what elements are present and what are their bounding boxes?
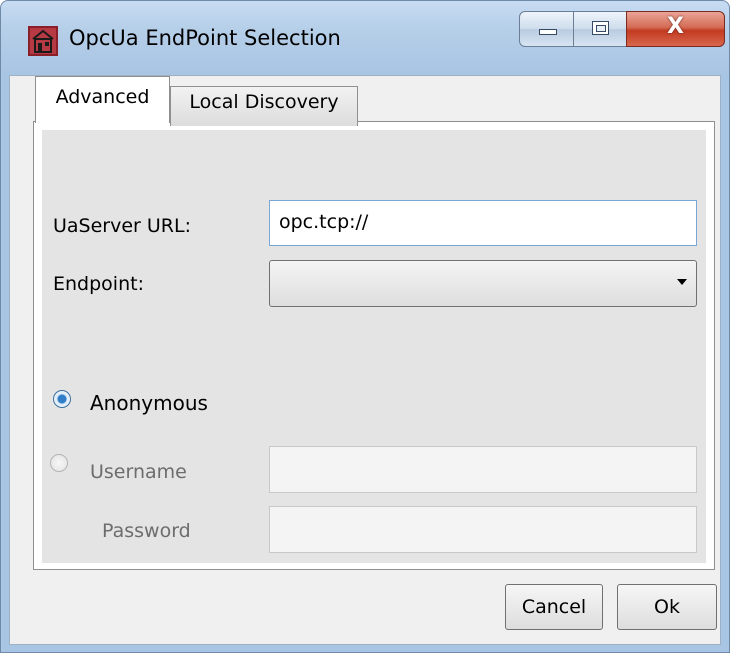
cancel-label: Cancel <box>521 596 587 618</box>
dropdown-arrow-icon <box>677 279 687 285</box>
password-input[interactable] <box>269 506 697 553</box>
ok-label: Ok <box>654 596 680 618</box>
maximize-button[interactable] <box>573 11 627 47</box>
tab-label: Local Discovery <box>189 91 339 113</box>
password-label: Password <box>102 520 191 542</box>
endpoint-select[interactable] <box>269 260 697 307</box>
tab-panel-advanced <box>33 121 715 570</box>
minimize-button[interactable] <box>519 11 574 47</box>
server-url-label: UaServer URL: <box>53 215 191 237</box>
tab-advanced[interactable]: Advanced <box>35 76 170 123</box>
anonymous-radio[interactable] <box>53 390 71 408</box>
username-radio[interactable] <box>50 454 68 472</box>
tab-label: Advanced <box>55 86 150 108</box>
building-icon <box>28 26 58 56</box>
maximize-icon <box>592 21 609 35</box>
server-url-value: opc.tcp:// <box>279 211 369 233</box>
close-icon: X <box>667 14 684 39</box>
username-input[interactable] <box>269 446 697 493</box>
tab-local-discovery[interactable]: Local Discovery <box>170 86 358 126</box>
window-title: OpcUa EndPoint Selection <box>69 26 341 50</box>
anonymous-label[interactable]: Anonymous <box>90 391 208 415</box>
server-url-input[interactable]: opc.tcp:// <box>269 200 697 246</box>
cancel-button[interactable]: Cancel <box>505 584 603 630</box>
close-button[interactable]: X <box>626 11 725 47</box>
endpoint-label: Endpoint: <box>53 273 144 295</box>
username-label[interactable]: Username <box>90 461 187 483</box>
ok-button[interactable]: Ok <box>617 584 717 630</box>
minimize-icon <box>539 29 557 35</box>
title-bar[interactable]: OpcUa EndPoint Selection X <box>1 1 729 75</box>
form-area <box>42 130 706 563</box>
